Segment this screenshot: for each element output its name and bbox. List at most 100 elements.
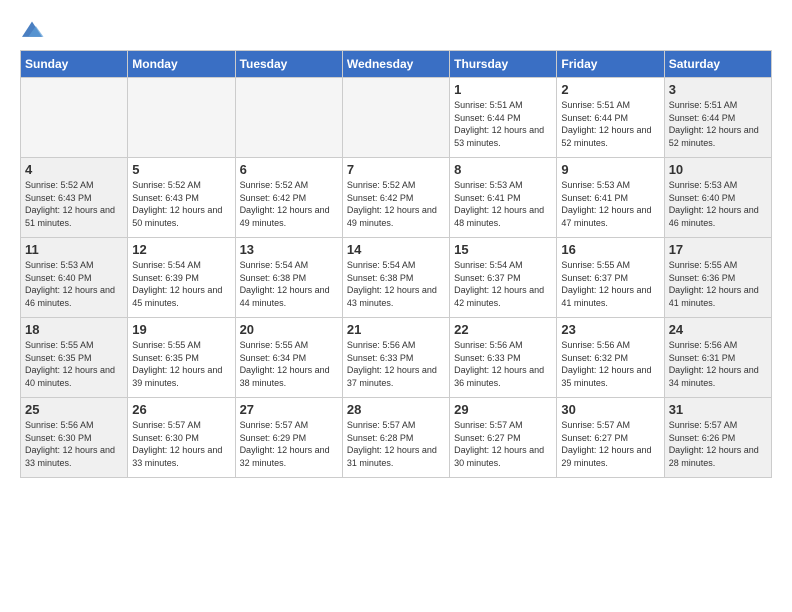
calendar-cell: 4Sunrise: 5:52 AMSunset: 6:43 PMDaylight… — [21, 158, 128, 238]
week-row-2: 11 Sunrise: 5:53 AMSunset: 6:40 PMDayligh… — [21, 238, 772, 318]
calendar-cell: 10Sunrise: 5:53 AMSunset: 6:40 PMDayligh… — [664, 158, 771, 238]
day-info: Sunrise: 5:52 AMSunset: 6:42 PMDaylight:… — [347, 179, 445, 229]
day-info: Sunrise: 5:55 AMSunset: 6:34 PMDaylight:… — [240, 339, 338, 389]
day-info: Sunrise: 5:56 AMSunset: 6:31 PMDaylight:… — [669, 339, 767, 389]
day-info: Sunrise: 5:55 AMSunset: 6:37 PMDaylight:… — [561, 259, 659, 309]
day-info: Sunrise: 5:51 AMSunset: 6:44 PMDaylight:… — [561, 99, 659, 149]
calendar-cell — [128, 78, 235, 158]
calendar-cell: 26 Sunrise: 5:57 AMSunset: 6:30 PMDayligh… — [128, 398, 235, 478]
weekday-header-friday: Friday — [557, 51, 664, 78]
day-number: 15 — [454, 242, 552, 257]
week-row-0: 1 Sunrise: 5:51 AMSunset: 6:44 PMDaylight… — [21, 78, 772, 158]
day-number: 3 — [669, 82, 767, 97]
day-info: Sunrise: 5:51 AMSunset: 6:44 PMDaylight:… — [669, 99, 767, 149]
day-number: 17 — [669, 242, 767, 257]
calendar-cell: 22 Sunrise: 5:56 AMSunset: 6:33 PMDayligh… — [450, 318, 557, 398]
day-info: Sunrise: 5:53 AMSunset: 6:41 PMDaylight:… — [454, 179, 552, 229]
calendar-cell: 30 Sunrise: 5:57 AMSunset: 6:27 PMDayligh… — [557, 398, 664, 478]
calendar-cell: 11 Sunrise: 5:53 AMSunset: 6:40 PMDayligh… — [21, 238, 128, 318]
page-header — [20, 20, 772, 40]
logo — [20, 20, 48, 40]
day-info: Sunrise: 5:54 AMSunset: 6:37 PMDaylight:… — [454, 259, 552, 309]
day-number: 2 — [561, 82, 659, 97]
day-info: Sunrise: 5:54 AMSunset: 6:38 PMDaylight:… — [347, 259, 445, 309]
calendar-cell: 20 Sunrise: 5:55 AMSunset: 6:34 PMDayligh… — [235, 318, 342, 398]
day-number: 8 — [454, 162, 552, 177]
weekday-header-sunday: Sunday — [21, 51, 128, 78]
calendar-cell: 15 Sunrise: 5:54 AMSunset: 6:37 PMDayligh… — [450, 238, 557, 318]
day-info: Sunrise: 5:57 AMSunset: 6:27 PMDaylight:… — [561, 419, 659, 469]
weekday-header-row: SundayMondayTuesdayWednesdayThursdayFrid… — [21, 51, 772, 78]
week-row-1: 4Sunrise: 5:52 AMSunset: 6:43 PMDaylight… — [21, 158, 772, 238]
day-info: Sunrise: 5:51 AMSunset: 6:44 PMDaylight:… — [454, 99, 552, 149]
day-number: 11 — [25, 242, 123, 257]
calendar-cell: 8 Sunrise: 5:53 AMSunset: 6:41 PMDaylight… — [450, 158, 557, 238]
calendar-cell: 19Sunrise: 5:55 AMSunset: 6:35 PMDayligh… — [128, 318, 235, 398]
day-number: 18 — [25, 322, 123, 337]
day-info: Sunrise: 5:56 AMSunset: 6:32 PMDaylight:… — [561, 339, 659, 389]
day-number: 26 — [132, 402, 230, 417]
day-number: 13 — [240, 242, 338, 257]
day-number: 27 — [240, 402, 338, 417]
day-number: 31 — [669, 402, 767, 417]
day-number: 21 — [347, 322, 445, 337]
day-info: Sunrise: 5:57 AMSunset: 6:28 PMDaylight:… — [347, 419, 445, 469]
day-info: Sunrise: 5:52 AMSunset: 6:43 PMDaylight:… — [25, 179, 123, 229]
calendar-cell: 25 Sunrise: 5:56 AMSunset: 6:30 PMDayligh… — [21, 398, 128, 478]
calendar-cell — [342, 78, 449, 158]
day-number: 30 — [561, 402, 659, 417]
day-info: Sunrise: 5:54 AMSunset: 6:39 PMDaylight:… — [132, 259, 230, 309]
calendar-cell: 5 Sunrise: 5:52 AMSunset: 6:43 PMDaylight… — [128, 158, 235, 238]
day-number: 5 — [132, 162, 230, 177]
weekday-header-monday: Monday — [128, 51, 235, 78]
weekday-header-tuesday: Tuesday — [235, 51, 342, 78]
day-number: 24 — [669, 322, 767, 337]
calendar-cell: 21 Sunrise: 5:56 AMSunset: 6:33 PMDayligh… — [342, 318, 449, 398]
day-number: 9 — [561, 162, 659, 177]
calendar-cell: 24 Sunrise: 5:56 AMSunset: 6:31 PMDayligh… — [664, 318, 771, 398]
day-number: 12 — [132, 242, 230, 257]
calendar-cell: 1 Sunrise: 5:51 AMSunset: 6:44 PMDaylight… — [450, 78, 557, 158]
day-info: Sunrise: 5:56 AMSunset: 6:33 PMDaylight:… — [454, 339, 552, 389]
calendar-cell — [21, 78, 128, 158]
day-info: Sunrise: 5:57 AMSunset: 6:26 PMDaylight:… — [669, 419, 767, 469]
calendar-cell: 27Sunrise: 5:57 AMSunset: 6:29 PMDayligh… — [235, 398, 342, 478]
calendar-cell: 3 Sunrise: 5:51 AMSunset: 6:44 PMDaylight… — [664, 78, 771, 158]
day-info: Sunrise: 5:55 AMSunset: 6:35 PMDaylight:… — [132, 339, 230, 389]
logo-icon — [20, 20, 44, 40]
day-number: 6 — [240, 162, 338, 177]
calendar-cell: 28Sunrise: 5:57 AMSunset: 6:28 PMDayligh… — [342, 398, 449, 478]
day-info: Sunrise: 5:53 AMSunset: 6:40 PMDaylight:… — [25, 259, 123, 309]
calendar-cell: 14 Sunrise: 5:54 AMSunset: 6:38 PMDayligh… — [342, 238, 449, 318]
weekday-header-saturday: Saturday — [664, 51, 771, 78]
calendar-cell: 31 Sunrise: 5:57 AMSunset: 6:26 PMDayligh… — [664, 398, 771, 478]
day-info: Sunrise: 5:54 AMSunset: 6:38 PMDaylight:… — [240, 259, 338, 309]
calendar-cell: 9 Sunrise: 5:53 AMSunset: 6:41 PMDaylight… — [557, 158, 664, 238]
calendar-cell: 18Sunrise: 5:55 AMSunset: 6:35 PMDayligh… — [21, 318, 128, 398]
calendar-cell: 2 Sunrise: 5:51 AMSunset: 6:44 PMDaylight… — [557, 78, 664, 158]
day-number: 7 — [347, 162, 445, 177]
weekday-header-wednesday: Wednesday — [342, 51, 449, 78]
day-number: 23 — [561, 322, 659, 337]
day-info: Sunrise: 5:52 AMSunset: 6:42 PMDaylight:… — [240, 179, 338, 229]
day-info: Sunrise: 5:53 AMSunset: 6:40 PMDaylight:… — [669, 179, 767, 229]
day-info: Sunrise: 5:57 AMSunset: 6:30 PMDaylight:… — [132, 419, 230, 469]
week-row-4: 25 Sunrise: 5:56 AMSunset: 6:30 PMDayligh… — [21, 398, 772, 478]
day-number: 20 — [240, 322, 338, 337]
calendar-cell: 13 Sunrise: 5:54 AMSunset: 6:38 PMDayligh… — [235, 238, 342, 318]
day-info: Sunrise: 5:53 AMSunset: 6:41 PMDaylight:… — [561, 179, 659, 229]
day-info: Sunrise: 5:52 AMSunset: 6:43 PMDaylight:… — [132, 179, 230, 229]
calendar-cell: 7 Sunrise: 5:52 AMSunset: 6:42 PMDaylight… — [342, 158, 449, 238]
day-number: 14 — [347, 242, 445, 257]
calendar-cell: 16 Sunrise: 5:55 AMSunset: 6:37 PMDayligh… — [557, 238, 664, 318]
day-number: 1 — [454, 82, 552, 97]
day-number: 22 — [454, 322, 552, 337]
weekday-header-thursday: Thursday — [450, 51, 557, 78]
day-number: 25 — [25, 402, 123, 417]
week-row-3: 18 Sunrise: 5:55 AMSunset: 6:35 PMDayligh… — [21, 318, 772, 398]
day-info: Sunrise: 5:56 AMSunset: 6:30 PMDaylight:… — [25, 419, 123, 469]
calendar-cell: 17Sunrise: 5:55 AMSunset: 6:36 PMDayligh… — [664, 238, 771, 318]
day-number: 16 — [561, 242, 659, 257]
calendar-cell: 6 Sunrise: 5:52 AMSunset: 6:42 PMDaylight… — [235, 158, 342, 238]
day-info: Sunrise: 5:56 AMSunset: 6:33 PMDaylight:… — [347, 339, 445, 389]
